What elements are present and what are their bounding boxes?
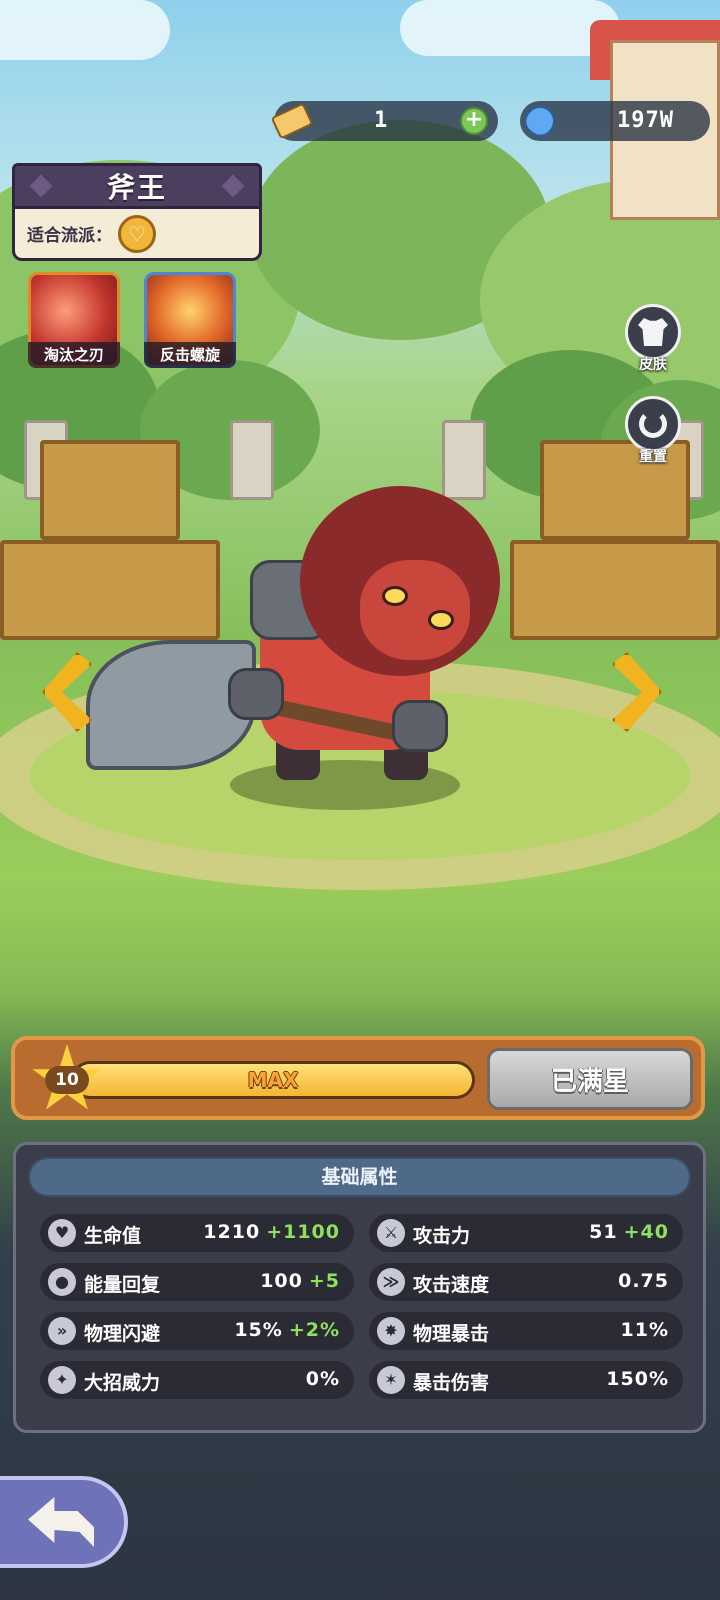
stat-name: 生命值 — [84, 1225, 142, 1247]
skill-card-blade[interactable]: 淘汰之刃 — [28, 272, 120, 368]
heart-icon[interactable]: ♡ — [118, 214, 156, 253]
decor-diamond-icon — [29, 174, 53, 198]
base-stats-panel: 基础属性 ♥ 生命值 1210 +1100 ● 能量回复 100 +5 » 物理闪避… — [13, 1142, 706, 1433]
hero-face — [360, 560, 470, 660]
wooden-crate — [510, 540, 720, 640]
star-progress-fill: MAX — [74, 1064, 472, 1096]
back-arrow-icon — [28, 1497, 94, 1547]
back-button[interactable] — [0, 1476, 128, 1568]
stat-name: 暴击伤害 — [413, 1372, 490, 1394]
attack-speed-icon: ≫ — [377, 1268, 405, 1296]
cloud — [400, 0, 620, 56]
stone-lantern — [442, 420, 486, 500]
hero-name: 斧王 — [106, 171, 167, 204]
skill-label: 淘汰之刃 — [28, 342, 120, 368]
hero-eye — [382, 586, 408, 606]
stat-row-energy-regen: ● 能量回复 100 +5 — [40, 1263, 354, 1301]
ticket-icon — [270, 99, 314, 143]
stat-row-crit-damage: ✶ 暴击伤害 150% — [369, 1361, 683, 1399]
stat-row-hp: ♥ 生命值 1210 +1100 — [40, 1214, 354, 1252]
heart-icon: ♥ — [48, 1219, 76, 1247]
stone-lantern — [230, 420, 274, 500]
decor-diamond-icon — [221, 174, 245, 198]
ticket-count: 1 — [374, 108, 388, 133]
stat-name: 物理闪避 — [84, 1323, 161, 1345]
stat-value: 0% — [305, 1368, 340, 1390]
stat-bonus: +2% — [288, 1319, 340, 1341]
star-progress-bar: MAX — [71, 1061, 475, 1099]
reset-button[interactable]: 重置 — [622, 396, 684, 470]
hero-info-panel: 斧王 适合流派： ♡ — [12, 163, 262, 265]
chevron-left-icon — [42, 652, 92, 732]
stat-name: 能量回复 — [84, 1274, 161, 1296]
stats-header: 基础属性 — [28, 1157, 691, 1197]
progress-text: MAX — [247, 1068, 299, 1092]
stat-bonus: +1100 — [266, 1221, 340, 1243]
stat-row-dodge: » 物理闪避 15% +2% — [40, 1312, 354, 1350]
school-label: 适合流派： — [27, 226, 112, 246]
skin-button[interactable]: 皮肤 — [622, 304, 684, 378]
stat-bonus: +5 — [308, 1270, 340, 1292]
energy-drop-icon: ● — [48, 1268, 76, 1296]
stat-name: 物理暴击 — [413, 1323, 490, 1345]
stat-row-ultimate: ✦ 大招威力 0% — [40, 1361, 354, 1399]
dodge-icon: » — [48, 1317, 76, 1345]
chevron-right-icon — [612, 652, 662, 732]
skin-label: 皮肤 — [639, 357, 667, 373]
skill-label: 反击螺旋 — [144, 342, 236, 368]
stat-row-crit: ✸ 物理暴击 11% — [369, 1312, 683, 1350]
stat-row-attack: ⚔ 攻击力 51 +40 — [369, 1214, 683, 1252]
stat-value: 150% — [606, 1368, 669, 1390]
hero-name-bar: 斧王 — [12, 163, 262, 209]
stat-value: 15% — [234, 1319, 283, 1341]
gem-counter: 197W — [518, 99, 710, 143]
hero-glove — [392, 700, 448, 752]
hero-eye — [428, 610, 454, 630]
stat-row-attack-speed: ≫ 攻击速度 0.75 — [369, 1263, 683, 1301]
stat-value: 0.75 — [618, 1270, 669, 1292]
stat-value: 1210 — [203, 1221, 261, 1243]
star-level-panel: MAX 10 已满星 — [11, 1036, 705, 1120]
gem-icon — [518, 99, 562, 143]
crit-icon: ✸ — [377, 1317, 405, 1345]
skill-card-spiral[interactable]: 反击螺旋 — [144, 272, 236, 368]
stat-value: 51 — [589, 1221, 618, 1243]
next-hero-button[interactable] — [612, 652, 662, 732]
stat-value: 11% — [620, 1319, 669, 1341]
cloud — [0, 0, 170, 60]
hero-school-row: 适合流派： ♡ — [12, 209, 262, 261]
stat-name: 攻击速度 — [413, 1274, 490, 1296]
add-ticket-button[interactable]: + — [460, 107, 488, 135]
reset-icon — [625, 396, 681, 452]
ultimate-icon: ✦ — [48, 1366, 76, 1394]
gem-count: 197W — [617, 108, 674, 133]
stat-value: 100 — [260, 1270, 303, 1292]
sword-icon: ⚔ — [377, 1219, 405, 1247]
crit-damage-icon: ✶ — [377, 1366, 405, 1394]
shirt-icon — [625, 304, 681, 360]
previous-hero-button[interactable] — [42, 652, 92, 732]
reset-label: 重置 — [639, 449, 667, 465]
stat-name: 攻击力 — [413, 1225, 471, 1247]
stat-name: 大招威力 — [84, 1372, 161, 1394]
wooden-crate — [0, 540, 220, 640]
ticket-counter: 1 + — [270, 101, 498, 141]
hero-glove — [228, 668, 284, 720]
star-maxed-button[interactable]: 已满星 — [487, 1048, 693, 1110]
wooden-crate — [40, 440, 180, 540]
star-count: 10 — [45, 1066, 89, 1094]
stat-bonus: +40 — [623, 1221, 669, 1243]
